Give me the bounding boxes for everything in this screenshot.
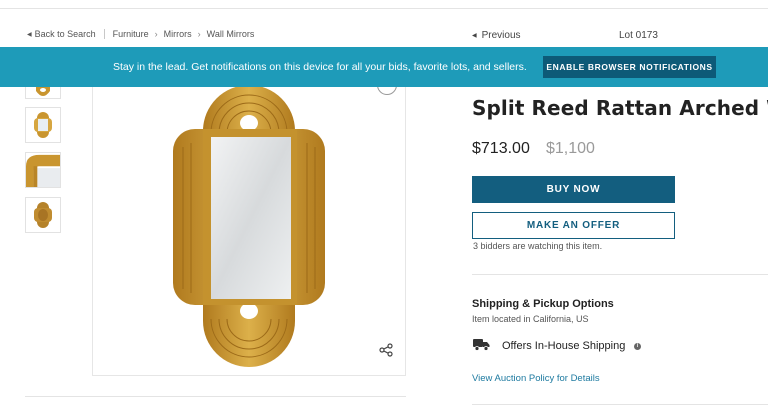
header-divider	[0, 8, 768, 9]
previous-label: Previous	[481, 30, 521, 41]
breadcrumb-item-wall-mirrors[interactable]: Wall Mirrors	[207, 29, 255, 39]
watching-count: 3 bidders are watching this item.	[473, 241, 603, 251]
caret-left-icon: ◀	[27, 32, 32, 38]
shipping-divider	[472, 404, 768, 405]
product-title: Split Reed Rattan Arched Wall Mirror	[472, 96, 768, 120]
thumbnail-3[interactable]	[25, 152, 61, 188]
chevron-right-icon: ›	[197, 29, 201, 39]
make-offer-button[interactable]: MAKE AN OFFER	[472, 212, 675, 239]
breadcrumb-item-mirrors[interactable]: Mirrors	[164, 29, 192, 39]
buy-now-button[interactable]: BUY NOW	[472, 176, 675, 203]
notification-banner: Stay in the lead. Get notifications on t…	[0, 47, 768, 87]
item-location: Item located in California, US	[472, 314, 589, 324]
back-to-search-link[interactable]: ◀ Back to Search	[27, 29, 96, 39]
mirror-thumbnail-image	[36, 87, 50, 96]
thumbnail-4[interactable]	[25, 197, 61, 233]
share-icon[interactable]	[379, 343, 393, 357]
product-title-container: Split Reed Rattan Arched Wall Mirror	[472, 87, 768, 127]
mirror-product-image[interactable]	[173, 87, 325, 369]
main-image-frame	[92, 87, 406, 376]
breadcrumb: ◀ Back to Search Furniture › Mirrors › Wa…	[27, 29, 254, 39]
auction-policy-link[interactable]: View Auction Policy for Details	[472, 373, 600, 384]
back-to-search-label: Back to Search	[34, 29, 96, 39]
lot-number: Lot 0173	[619, 30, 658, 41]
zoom-icon[interactable]	[377, 87, 397, 95]
caret-left-icon: ◀	[472, 33, 477, 39]
enable-notifications-button[interactable]: ENABLE BROWSER NOTIFICATIONS	[543, 56, 716, 78]
truck-icon	[473, 339, 490, 351]
current-price: $713.00	[472, 140, 530, 157]
breadcrumb-separator	[103, 29, 105, 39]
purchase-divider	[472, 274, 768, 275]
info-icon[interactable]: i	[634, 343, 641, 350]
mirror-thumbnail-image	[34, 202, 52, 228]
original-price: $1,100	[546, 140, 595, 157]
thumbnail-1[interactable]	[25, 87, 61, 99]
previous-lot-link[interactable]: ◀ Previous	[472, 30, 521, 41]
in-house-shipping-text: Offers In-House Shipping	[502, 340, 626, 352]
breadcrumb-item-furniture[interactable]: Furniture	[113, 29, 149, 39]
mirror-thumbnail-image	[34, 112, 52, 138]
chevron-right-icon: ›	[154, 29, 158, 39]
image-section-divider	[25, 396, 406, 397]
mirror-thumbnail-image	[26, 154, 60, 187]
shipping-title: Shipping & Pickup Options	[472, 298, 614, 310]
banner-text: Stay in the lead. Get notifications on t…	[113, 61, 527, 73]
thumbnail-2[interactable]	[25, 107, 61, 143]
